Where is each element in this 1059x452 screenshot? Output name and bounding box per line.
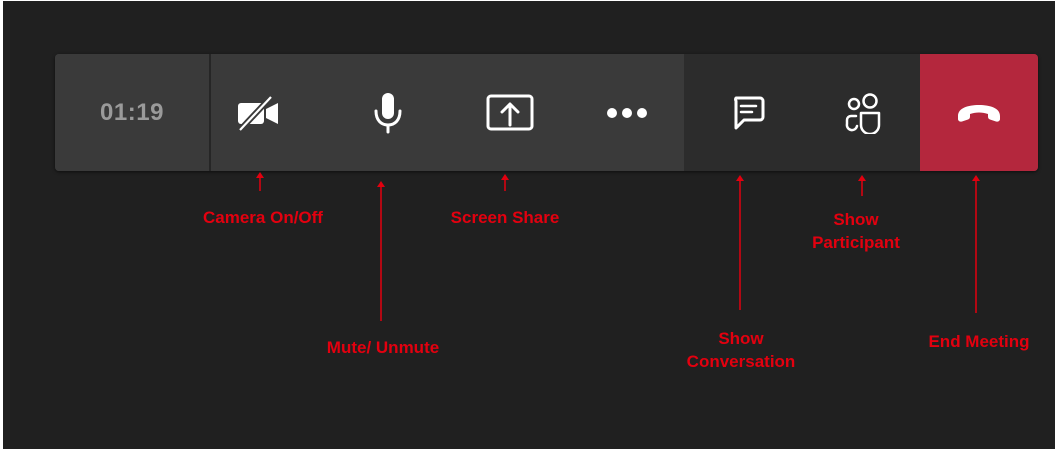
- end-meeting-button[interactable]: [920, 54, 1038, 171]
- show-conversation-label-line2: Conversation: [686, 352, 796, 371]
- microphone-icon: [371, 90, 405, 136]
- camera-toggle-button[interactable]: [211, 54, 305, 171]
- more-options-icon: [605, 106, 649, 120]
- share-screen-button[interactable]: [460, 54, 560, 171]
- mute-annotation-arrow: [377, 181, 385, 321]
- camera-annotation-arrow: [256, 172, 264, 191]
- meeting-controls-bar: 01:19: [55, 54, 1038, 171]
- camera-off-icon: [235, 93, 281, 133]
- screen-share-annotation-arrow: [501, 174, 509, 191]
- end-meeting-annotation-arrow: [972, 175, 980, 313]
- mute-annotation-label: Mute/ Unmute: [326, 338, 440, 357]
- screen-share-annotation-label: Screen Share: [450, 208, 560, 227]
- end-meeting-annotation-label: End Meeting: [928, 332, 1030, 351]
- show-participant-label-line2: Participant: [812, 233, 900, 252]
- show-participant-annotation-label: Show Participant: [796, 208, 916, 254]
- participants-icon: [843, 92, 883, 134]
- share-screen-icon: [484, 92, 536, 134]
- more-options-button[interactable]: [580, 54, 674, 171]
- chat-icon: [730, 94, 766, 132]
- show-conversation-button[interactable]: [701, 54, 795, 171]
- mute-toggle-button[interactable]: [341, 54, 435, 171]
- camera-annotation-label: Camera On/Off: [203, 208, 323, 227]
- call-timer: 01:19: [55, 54, 209, 171]
- meeting-stage: 01:19 Camera On/Off Mute/ Unmute Screen …: [3, 1, 1055, 449]
- show-conversation-annotation-label: Show Conversation: [666, 327, 816, 373]
- show-participants-button[interactable]: [816, 54, 910, 171]
- show-participant-label-line1: Show: [833, 210, 879, 229]
- participant-annotation-arrow: [858, 175, 866, 196]
- hang-up-icon: [955, 102, 1003, 124]
- conversation-annotation-arrow: [736, 175, 744, 310]
- show-conversation-label-line1: Show: [718, 329, 764, 348]
